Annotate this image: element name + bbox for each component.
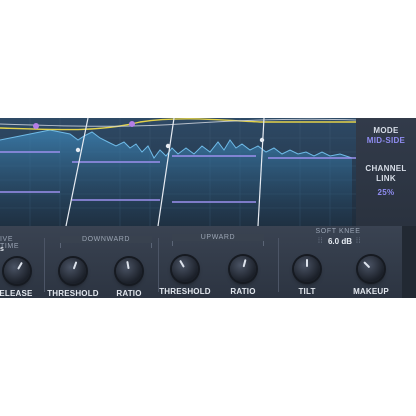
spectrum-display[interactable] bbox=[0, 118, 416, 227]
spectrum-graph bbox=[0, 118, 357, 227]
tilt-knob[interactable] bbox=[294, 256, 320, 282]
upward-ratio-label: RATIO bbox=[230, 287, 256, 296]
upward-group-label: UPWARD bbox=[172, 234, 264, 241]
channel-link-value[interactable]: 25% bbox=[356, 188, 416, 197]
section-divider bbox=[44, 238, 45, 292]
section-divider bbox=[278, 238, 279, 292]
controls-panel: IVE TIME s RELEASE DOWNWARD THRESHOLD RA… bbox=[0, 226, 416, 298]
upward-threshold-label: THRESHOLD bbox=[159, 287, 211, 296]
section-divider bbox=[158, 238, 159, 292]
release-label: RELEASE bbox=[0, 289, 33, 298]
partial-group-value: s bbox=[0, 246, 5, 253]
upward-threshold-knob[interactable] bbox=[172, 256, 198, 282]
side-panel: MODE MID-SIDE CHANNEL LINK 25% bbox=[356, 118, 416, 226]
tilt-label: TILT bbox=[298, 287, 316, 296]
downward-threshold-knob[interactable] bbox=[60, 258, 86, 284]
release-knob[interactable] bbox=[4, 258, 30, 284]
downward-group-label: DOWNWARD bbox=[60, 236, 152, 243]
mode-label: MODE bbox=[373, 126, 399, 135]
soft-knee-label: SOFT KNEE bbox=[315, 228, 361, 235]
soft-knee-value[interactable]: 6.0 dB bbox=[310, 237, 370, 246]
channel-link-label-1: CHANNEL bbox=[365, 164, 407, 173]
makeup-label: MAKEUP bbox=[353, 287, 389, 296]
downward-ratio-knob[interactable] bbox=[116, 258, 142, 284]
side-edge bbox=[402, 226, 416, 298]
makeup-knob[interactable] bbox=[358, 256, 384, 282]
soft-knee-increase[interactable]: ⁞⁞ bbox=[356, 238, 361, 245]
channel-link-label-2: LINK bbox=[376, 174, 396, 183]
compressor-plugin-window: MODE MID-SIDE CHANNEL LINK 25% IVE TIME … bbox=[0, 118, 416, 298]
downward-threshold-label: THRESHOLD bbox=[47, 289, 99, 298]
upward-ratio-knob[interactable] bbox=[230, 256, 256, 282]
downward-ratio-label: RATIO bbox=[116, 289, 142, 298]
mode-selector[interactable]: MID-SIDE bbox=[356, 136, 416, 145]
